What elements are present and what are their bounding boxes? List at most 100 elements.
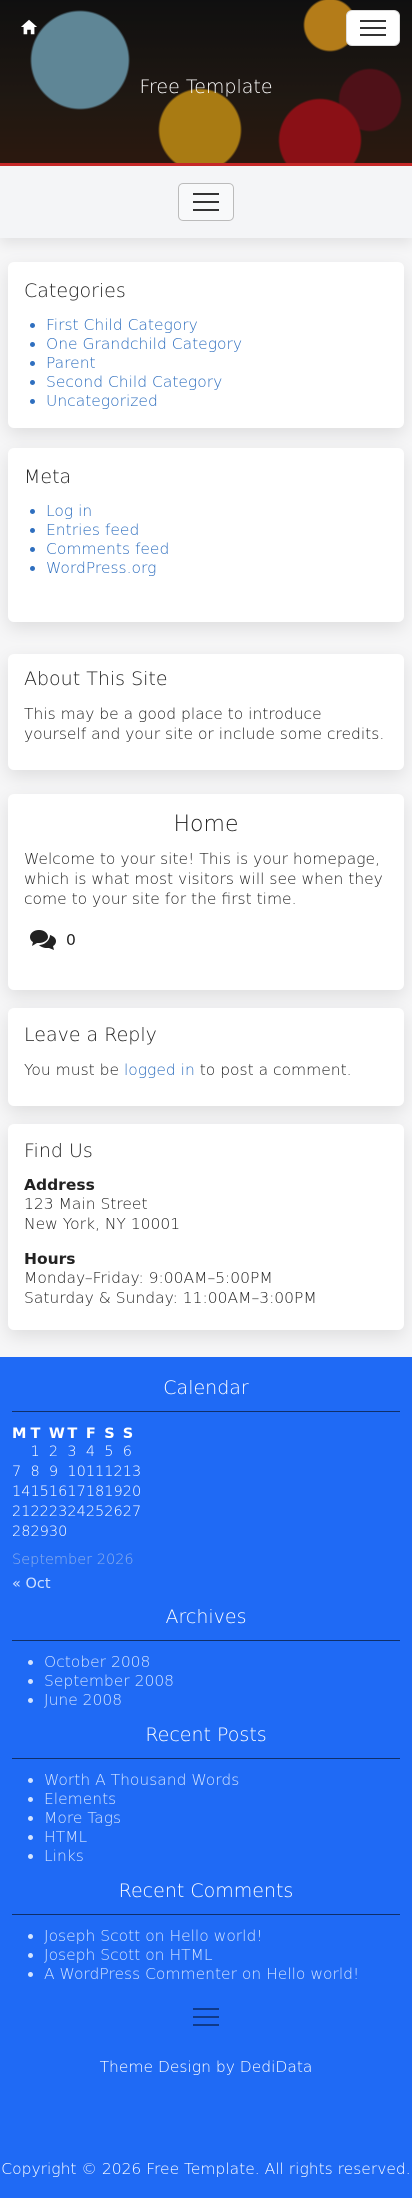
calendar-day: 15 — [30, 1484, 49, 1500]
categories-list: First Child Category One Grandchild Cate… — [24, 316, 388, 411]
calendar-day: 5 — [104, 1444, 114, 1460]
calendar-day-header: W — [48, 1426, 65, 1442]
calendar-day-header: T — [67, 1426, 78, 1442]
calendar-day: 11 — [85, 1464, 105, 1480]
recent-post-link[interactable]: More Tags — [44, 1809, 400, 1828]
site-title[interactable]: Free Template — [0, 76, 412, 98]
comment-on-text: on — [140, 1927, 170, 1945]
calendar-week-row: 28 29 30 — [12, 1522, 141, 1542]
calendar-day: 8 — [30, 1464, 40, 1480]
archive-link[interactable]: October 2008 — [44, 1653, 400, 1672]
comment-post-link[interactable]: HTML — [169, 1946, 212, 1964]
home-icon[interactable] — [20, 18, 38, 36]
hamburger-icon-line — [193, 193, 219, 195]
comment-author-link[interactable]: Joseph Scott — [44, 1946, 140, 1964]
hours-line: Monday–Friday: 9:00AM–5:00PM — [24, 1269, 273, 1287]
recent-post-link[interactable]: HTML — [44, 1828, 400, 1847]
widget-title: Recent Posts — [12, 1724, 400, 1759]
recent-comments-list: Joseph Scott on Hello world! Joseph Scot… — [12, 1927, 400, 1984]
categories-widget: Categories First Child Category One Gran… — [8, 262, 404, 428]
meta-list: Log in Entries feed Comments feed WordPr… — [24, 502, 388, 578]
calendar-day — [12, 1442, 30, 1462]
comment-author-link[interactable]: Joseph Scott — [44, 1927, 140, 1945]
calendar-week-row: 123456 — [12, 1442, 141, 1462]
calendar-title: Calendar — [12, 1377, 400, 1412]
footer-menu-toggle[interactable] — [178, 1998, 234, 2036]
widget-title: Meta — [24, 466, 72, 488]
calendar-day-header: F — [85, 1426, 96, 1442]
calendar-day: 10 — [67, 1464, 86, 1480]
calendar-day — [67, 1522, 85, 1542]
top-menu-button[interactable] — [346, 10, 400, 46]
meta-link[interactable]: WordPress.org — [46, 559, 388, 578]
recent-post-link[interactable]: Links — [44, 1847, 400, 1866]
hours-line: Saturday & Sunday: 11:00AM–3:00PM — [24, 1289, 317, 1307]
login-link[interactable]: logged in — [124, 1061, 195, 1079]
category-link[interactable]: Uncategorized — [46, 392, 388, 411]
category-link[interactable]: Second Child Category — [46, 373, 388, 392]
calendar-caption: September 2026 — [12, 1552, 134, 1568]
meta-link[interactable]: Comments feed — [46, 540, 388, 559]
calendar-day: 4 — [85, 1444, 96, 1460]
page-title: Home — [173, 812, 239, 837]
calendar-day: 14 — [12, 1484, 31, 1500]
calendar-day: 21 — [12, 1504, 31, 1520]
calendar-day: 24 — [67, 1504, 86, 1520]
reply-section: Leave a Reply You must be logged in to p… — [8, 1008, 404, 1106]
calendar-day: 23 — [48, 1504, 68, 1520]
calendar-prev-link[interactable]: « Oct — [12, 1576, 400, 1592]
calendar-day: 20 — [122, 1484, 142, 1500]
archive-link[interactable]: September 2008 — [44, 1672, 400, 1691]
hero-banner: Free Template — [0, 0, 412, 166]
calendar-day: 6 — [122, 1444, 132, 1460]
comments-link[interactable]: 0 — [30, 929, 388, 951]
calendar-day — [104, 1522, 122, 1542]
credit-prefix: Theme Design by — [99, 2058, 240, 2076]
calendar-day: 18 — [85, 1484, 105, 1500]
widget-title: Recent Comments — [12, 1880, 400, 1915]
calendar-day — [86, 1522, 104, 1542]
hamburger-icon-line — [193, 2024, 219, 2026]
widget-title: Archives — [12, 1606, 400, 1641]
nav-toggle-button[interactable] — [178, 183, 234, 221]
hamburger-icon-line — [193, 2008, 219, 2010]
category-link[interactable]: One Grandchild Category — [46, 335, 388, 354]
address-label: Address — [24, 1176, 95, 1194]
calendar-day: 28 — [12, 1524, 31, 1540]
recent-post-link[interactable]: Elements — [44, 1790, 400, 1809]
calendar-week-row: 7 8 9 10 11 12 13 — [12, 1462, 141, 1482]
reply-title: Leave a Reply — [24, 1024, 157, 1046]
calendar-day-header: T — [30, 1426, 41, 1442]
footer: Calendar M T W T F S S 1 2 3 4 5 6 7 8 9 10 11 12 13… — [0, 1357, 412, 2198]
hours-label: Hours — [24, 1250, 76, 1268]
calendar-week-row: 14 15 16 17 18 19 20 — [12, 1482, 141, 1502]
credit-link[interactable]: DediData — [240, 2058, 313, 2076]
address-line: 123 Main Street — [24, 1195, 148, 1213]
calendar-day — [123, 1522, 141, 1542]
hamburger-icon-line — [360, 27, 386, 29]
recent-comment-item: A WordPress Commenter on Hello world! — [44, 1965, 400, 1984]
calendar-day: 2 — [48, 1444, 59, 1460]
meta-link[interactable]: Entries feed — [46, 521, 388, 540]
calendar-day-header: S — [122, 1426, 134, 1442]
category-link[interactable]: Parent — [46, 354, 388, 373]
archives-widget: Archives October 2008 September 2008 Jun… — [12, 1606, 400, 1710]
comment-post-link[interactable]: Hello world! — [169, 1927, 262, 1945]
archive-link[interactable]: June 2008 — [44, 1691, 400, 1710]
address-line: New York, NY 10001 — [24, 1215, 181, 1233]
home-text: Welcome to your site! This is your homep… — [24, 850, 383, 908]
category-link[interactable]: First Child Category — [46, 316, 388, 335]
recent-posts-list: Worth A Thousand Words Elements More Tag… — [12, 1771, 400, 1866]
calendar-day: 22 — [30, 1504, 49, 1520]
calendar-day: 17 — [67, 1484, 86, 1500]
meta-link[interactable]: Log in — [46, 502, 388, 521]
calendar-day: 25 — [85, 1504, 105, 1520]
comment-count: 0 — [66, 931, 76, 949]
about-text: This may be a good place to introduce yo… — [24, 705, 385, 743]
comment-post-link[interactable]: Hello world! — [266, 1965, 359, 1983]
calendar-day-header: S — [104, 1426, 115, 1442]
calendar-day: 29 — [30, 1524, 49, 1540]
recent-post-link[interactable]: Worth A Thousand Words — [44, 1771, 400, 1790]
comment-author-link[interactable]: A WordPress Commenter — [44, 1965, 237, 1983]
reply-text-prefix: You must be — [24, 1061, 124, 1079]
